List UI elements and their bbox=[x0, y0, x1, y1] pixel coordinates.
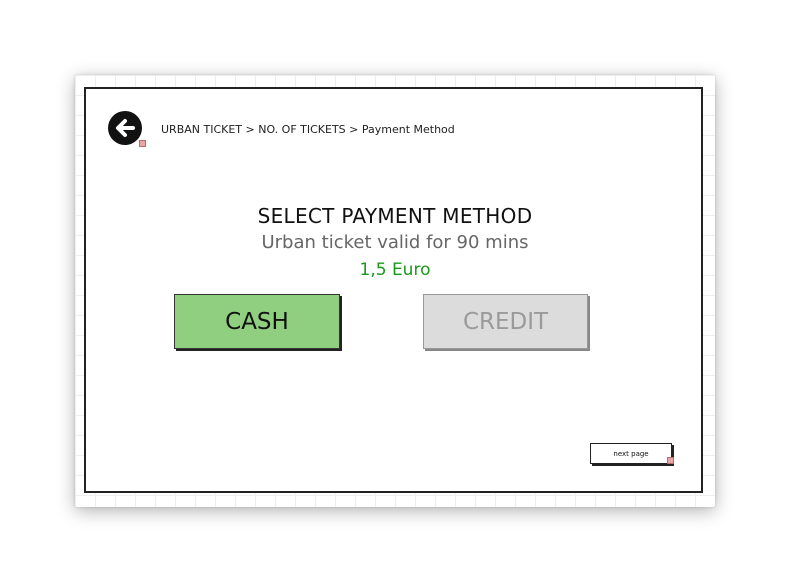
next-page-button[interactable]: next page bbox=[590, 443, 672, 464]
cash-button-label: CASH bbox=[225, 308, 289, 335]
credit-button[interactable]: CREDIT bbox=[423, 294, 588, 349]
link-badge-icon bbox=[139, 140, 146, 147]
screen-frame bbox=[84, 87, 703, 493]
ticket-description: Urban ticket valid for 90 mins bbox=[261, 232, 529, 253]
link-badge-icon bbox=[667, 457, 674, 464]
next-page-label: next page bbox=[613, 449, 649, 458]
back-button[interactable] bbox=[108, 111, 142, 145]
credit-button-label: CREDIT bbox=[462, 308, 549, 335]
breadcrumb: URBAN TICKET > NO. OF TICKETS > Payment … bbox=[161, 123, 455, 136]
page-title: SELECT PAYMENT METHOD bbox=[257, 204, 533, 228]
ticket-price: 1,5 Euro bbox=[359, 260, 431, 280]
cash-button[interactable]: CASH bbox=[174, 294, 340, 349]
arrow-left-icon bbox=[116, 119, 135, 137]
